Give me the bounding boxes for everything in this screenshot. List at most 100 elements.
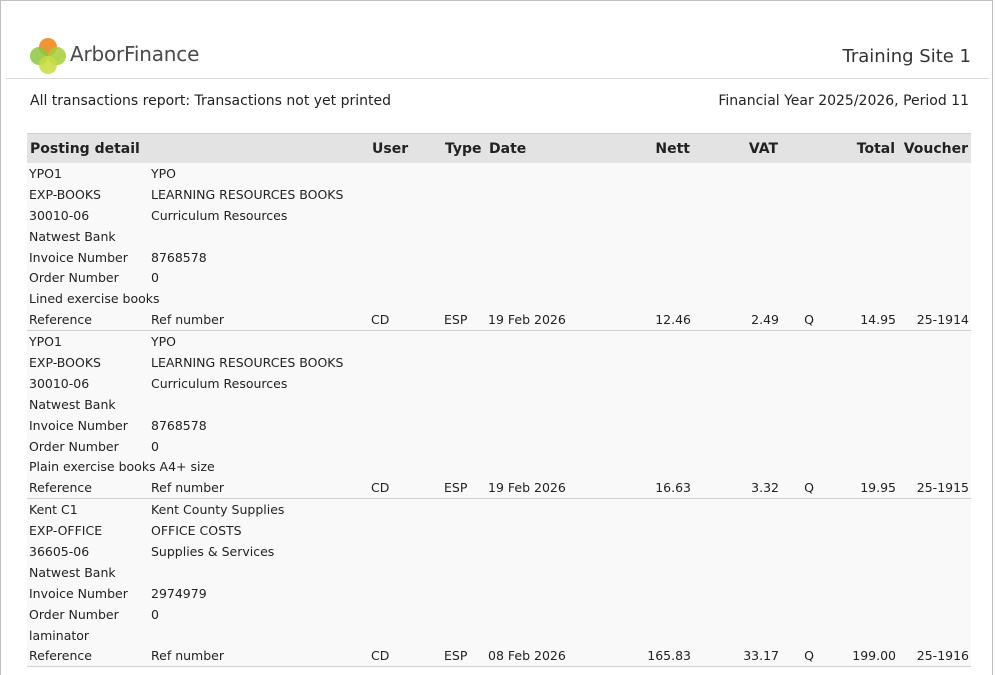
- detail-row: Order Number 0: [27, 267, 972, 289]
- nett-cell: 165.83: [596, 645, 694, 668]
- detail-label: Natwest Bank: [27, 225, 149, 247]
- column-header-total: Total: [816, 133, 899, 163]
- detail-row: Invoice Number 8768578: [27, 246, 972, 268]
- user-cell: CD: [369, 309, 443, 332]
- vat-cell: 33.17: [693, 645, 782, 668]
- reference-row: Reference Ref number CD ESP 19 Feb 2026 12.46…: [27, 309, 972, 332]
- detail-label: EXP-BOOKS: [27, 352, 149, 373]
- column-header-voucher: Voucher: [898, 133, 972, 163]
- detail-value: 2974979: [149, 582, 972, 604]
- financial-period: Financial Year 2025/2026, Period 11: [718, 93, 969, 109]
- detail-value: OFFICE COSTS: [149, 520, 972, 542]
- detail-row: Natwest Bank: [27, 393, 972, 415]
- reference-row: Reference Ref number CD ESP 19 Feb 2026 16.63…: [27, 477, 972, 500]
- column-header-type: Type: [442, 133, 487, 163]
- detail-label: Order Number: [27, 435, 149, 457]
- vat-code-cell: Q: [781, 309, 817, 332]
- type-cell: ESP: [442, 477, 487, 500]
- detail-label: Natwest Bank: [27, 393, 149, 415]
- detail-label: EXP-OFFICE: [27, 520, 149, 542]
- detail-row: 30010-06 Curriculum Resources: [27, 372, 972, 394]
- detail-value: 8768578: [149, 246, 972, 268]
- description-row: Plain exercise books A4+ size: [27, 456, 972, 478]
- vat-code-cell: Q: [781, 477, 817, 500]
- detail-value: [149, 393, 972, 415]
- detail-label: Invoice Number: [27, 246, 149, 268]
- detail-value: YPO: [149, 330, 972, 353]
- detail-value: Curriculum Resources: [149, 204, 972, 226]
- reference-label: Reference: [27, 477, 149, 500]
- detail-label: Kent C1: [27, 498, 149, 521]
- transaction-description: Lined exercise books: [27, 288, 972, 310]
- detail-row: Natwest Bank: [27, 561, 972, 583]
- description-row: Lined exercise books: [27, 288, 972, 310]
- reference-label: Reference: [27, 309, 149, 332]
- detail-value: [149, 225, 972, 247]
- column-header-posting-detail: Posting detail: [27, 133, 370, 163]
- detail-row: EXP-OFFICE OFFICE COSTS: [27, 520, 972, 542]
- detail-label: YPO1: [27, 163, 149, 184]
- report-header: ArborFinance Training Site 1: [6, 30, 989, 79]
- table-header-row: Posting detail User Type Date Nett VAT T…: [27, 133, 972, 163]
- detail-value: 0: [149, 435, 972, 457]
- detail-row: 36605-06 Supplies & Services: [27, 541, 972, 562]
- detail-value: Curriculum Resources: [149, 372, 972, 394]
- reference-row: Reference Ref number CD ESP 08 Feb 2026 165.8…: [27, 645, 972, 668]
- detail-value: Kent County Supplies: [149, 498, 972, 521]
- column-header-date: Date: [486, 133, 597, 163]
- detail-value: 8768578: [149, 414, 972, 436]
- reference-value: Ref number: [149, 477, 370, 500]
- transaction-description: laminator: [27, 624, 972, 646]
- type-cell: ESP: [442, 645, 487, 668]
- user-cell: CD: [369, 477, 443, 500]
- detail-row: 30010-06 Curriculum Resources: [27, 204, 972, 226]
- detail-value: Supplies & Services: [149, 541, 972, 562]
- detail-row: YPO1 YPO: [27, 330, 972, 353]
- detail-label: Order Number: [27, 267, 149, 289]
- detail-row: Order Number 0: [27, 435, 972, 457]
- detail-label: Invoice Number: [27, 414, 149, 436]
- detail-label: YPO1: [27, 330, 149, 353]
- voucher-cell: 25-1915: [898, 477, 972, 500]
- detail-label: Order Number: [27, 603, 149, 625]
- column-header-nett: Nett: [596, 133, 694, 163]
- detail-row: Kent C1 Kent County Supplies: [27, 498, 972, 521]
- voucher-cell: 25-1914: [898, 309, 972, 332]
- arbor-logo-icon: [30, 38, 66, 74]
- user-cell: CD: [369, 645, 443, 668]
- detail-label: Invoice Number: [27, 582, 149, 604]
- transactions-table: Posting detail User Type Date Nett VAT T…: [27, 133, 972, 668]
- transaction-group: Kent C1 Kent County Supplies EXP-OFFICE OFF…: [27, 498, 972, 668]
- type-cell: ESP: [442, 309, 487, 332]
- column-header-vat-code: [781, 133, 817, 163]
- detail-label: 30010-06: [27, 204, 149, 226]
- transaction-group: YPO1 YPO EXP-BOOKS LEARNING RESOURCES BOOKS…: [27, 163, 972, 332]
- transaction-group: YPO1 YPO EXP-BOOKS LEARNING RESOURCES BOOKS…: [27, 330, 972, 500]
- site-name: Training Site 1: [842, 46, 971, 67]
- detail-value: [149, 561, 972, 583]
- reference-label: Reference: [27, 645, 149, 668]
- nett-cell: 12.46: [596, 309, 694, 332]
- detail-row: EXP-BOOKS LEARNING RESOURCES BOOKS: [27, 352, 972, 373]
- detail-value: YPO: [149, 163, 972, 184]
- transaction-description: Plain exercise books A4+ size: [27, 456, 972, 478]
- total-cell: 199.00: [816, 645, 899, 668]
- detail-value: LEARNING RESOURCES BOOKS: [149, 183, 972, 205]
- detail-row: YPO1 YPO: [27, 163, 972, 184]
- column-header-user: User: [369, 133, 443, 163]
- detail-row: Invoice Number 2974979: [27, 582, 972, 604]
- detail-label: 36605-06: [27, 541, 149, 562]
- report-title: All transactions report: Transactions no…: [30, 93, 392, 109]
- detail-row: Order Number 0: [27, 603, 972, 625]
- total-cell: 14.95: [816, 309, 899, 332]
- detail-label: Natwest Bank: [27, 561, 149, 583]
- description-row: laminator: [27, 624, 972, 646]
- detail-value: 0: [149, 603, 972, 625]
- vat-code-cell: Q: [781, 645, 817, 668]
- detail-row: Natwest Bank: [27, 225, 972, 247]
- detail-row: Invoice Number 8768578: [27, 414, 972, 436]
- vat-cell: 2.49: [693, 309, 782, 332]
- brand-name: ArborFinance: [70, 42, 200, 66]
- detail-value: LEARNING RESOURCES BOOKS: [149, 352, 972, 373]
- column-header-vat: VAT: [693, 133, 782, 163]
